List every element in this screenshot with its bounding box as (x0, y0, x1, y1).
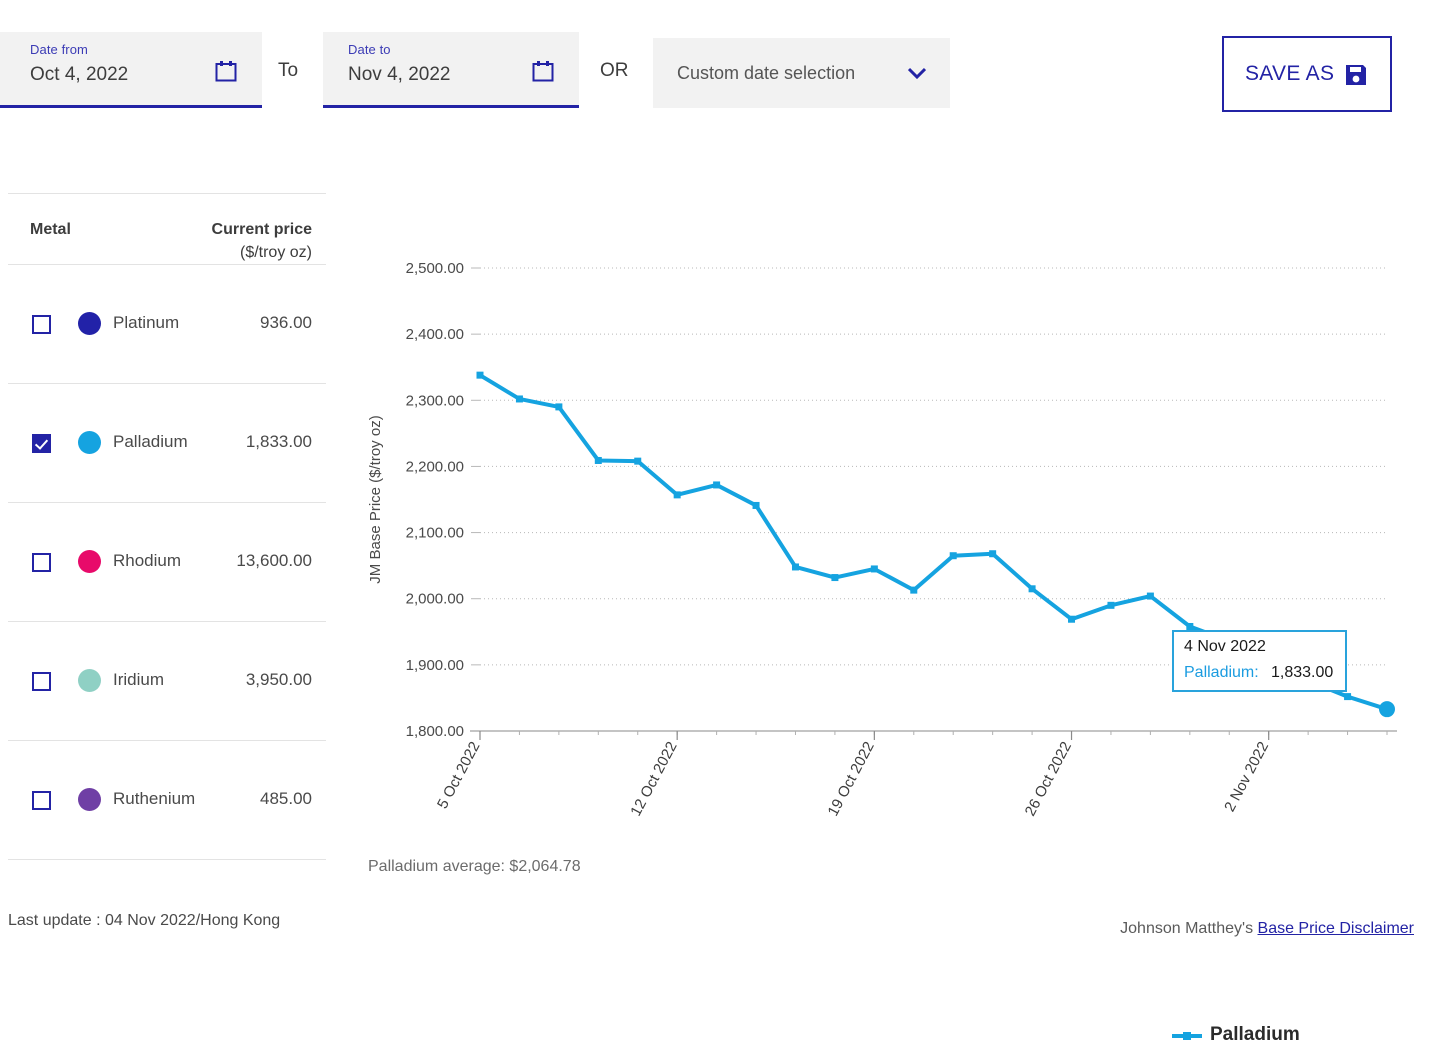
save-as-label: SAVE AS (1245, 62, 1335, 85)
y-axis-tick-label: 1,800.00 (406, 723, 464, 740)
price-chart: JM Base Price ($/troy oz) 2,500.00 2,400.0… (360, 200, 1410, 1045)
data-point (1186, 622, 1194, 630)
disclaimer-text: Johnson Matthey's Base Price Disclaimer (1120, 920, 1414, 938)
x-axis-tick-label: 2 Nov 2022 (1221, 739, 1272, 815)
last-update-text: Last update : 04 Nov 2022/Hong Kong (8, 912, 281, 929)
data-point (831, 574, 839, 582)
save-as-button[interactable]: SAVE AS (1222, 36, 1392, 112)
date-from-field[interactable]: Date from Oct 4, 2022 (0, 32, 262, 108)
metal-name: Rhodium (113, 551, 182, 570)
y-axis-tick-label: 1,900.00 (406, 657, 464, 674)
metal-checkbox-rhodium[interactable] (32, 553, 51, 572)
x-axis-tick-label: 5 Oct 2022 (434, 739, 483, 812)
metal-name: Platinum (113, 313, 180, 332)
metal-price: 485.00 (260, 789, 312, 808)
metal-color-swatch (78, 669, 101, 692)
save-floppy-icon (1344, 63, 1368, 87)
y-axis-tick-label: 2,400.00 (406, 326, 464, 343)
disclaimer-prefix: Johnson Matthey's (1120, 920, 1258, 937)
y-axis-tick-label: 2,200.00 (406, 458, 464, 475)
tooltip-series-name: Palladium: (1184, 664, 1259, 681)
data-point (713, 481, 721, 489)
x-axis-tick-label: 12 Oct 2022 (627, 739, 680, 819)
chart-canvas: JM Base Price ($/troy oz) 2,500.00 2,400.0… (367, 260, 1397, 819)
chart-legend[interactable]: Palladium (1172, 1024, 1300, 1046)
date-range-separator: To (278, 60, 299, 81)
legend-label-palladium: Palladium (1210, 1024, 1300, 1045)
metal-color-swatch (78, 431, 101, 454)
tooltip-date: 4 Nov 2022 (1184, 638, 1266, 655)
table-row[interactable]: Ruthenium 485.00 (8, 741, 326, 859)
date-filter-toolbar: Date from Oct 4, 2022 To Date to Nov 4, … (0, 0, 1430, 140)
x-axis-tick-label: 26 Oct 2022 (1022, 739, 1075, 819)
y-axis-tick-label: 2,000.00 (406, 591, 464, 608)
metal-checkbox-palladium[interactable] (32, 434, 51, 453)
data-point (752, 501, 760, 509)
calendar-icon[interactable] (532, 60, 554, 82)
y-axis-tick-label: 2,300.00 (406, 392, 464, 409)
y-axis-tick-label: 2,500.00 (406, 260, 464, 277)
column-header-unit: ($/troy oz) (239, 244, 312, 261)
metal-price: 936.00 (260, 313, 312, 332)
metal-color-swatch (78, 312, 101, 335)
data-point (1028, 585, 1036, 593)
custom-date-selection-dropdown[interactable]: Custom date selection (653, 38, 950, 108)
data-point (791, 563, 799, 571)
date-from-label: Date from (30, 42, 88, 57)
chart-average-label: Palladium average: $2,064.78 (368, 858, 581, 875)
table-row[interactable]: Palladium 1,833.00 (8, 384, 326, 502)
chart-tooltip: 4 Nov 2022 Palladium: 1,833.00 (1172, 630, 1347, 692)
data-point (1068, 615, 1076, 623)
data-point (594, 456, 602, 464)
legend-marker-palladium (1172, 1029, 1202, 1041)
data-point (634, 457, 642, 465)
base-price-disclaimer-link[interactable]: Base Price Disclaimer (1258, 920, 1414, 937)
metal-color-swatch (78, 788, 101, 811)
table-row[interactable]: Iridium 3,950.00 (8, 622, 326, 740)
metal-price: 1,833.00 (245, 432, 312, 451)
metal-checkbox-iridium[interactable] (32, 672, 51, 691)
chevron-down-icon[interactable] (907, 66, 927, 80)
divider (8, 859, 326, 860)
x-axis-tick-label: 19 Oct 2022 (824, 739, 877, 819)
data-point-last (1379, 701, 1395, 718)
data-point (989, 550, 997, 558)
date-to-label: Date to (348, 42, 391, 57)
data-point (673, 491, 681, 499)
date-to-value[interactable]: Nov 4, 2022 (348, 64, 450, 86)
metal-selection-table: Metal Current price ($/troy oz) Platinum… (8, 193, 326, 860)
metal-name: Palladium (113, 432, 188, 451)
metal-price: 13,600.00 (236, 551, 312, 570)
data-point (515, 395, 523, 403)
data-point (1344, 693, 1352, 701)
metal-name: Iridium (113, 670, 165, 689)
metal-price: 3,950.00 (245, 670, 312, 689)
or-separator: OR (600, 60, 629, 81)
data-point (870, 565, 878, 573)
y-axis-tick-label: 2,100.00 (406, 525, 464, 542)
date-to-field[interactable]: Date to Nov 4, 2022 (323, 32, 579, 108)
y-axis-title: JM Base Price ($/troy oz) (367, 415, 384, 583)
data-point (476, 371, 484, 379)
table-header: Metal Current price ($/troy oz) (8, 194, 326, 264)
column-header-current-price: Current price (211, 221, 312, 238)
custom-date-selection-value: Custom date selection (677, 63, 856, 83)
metal-name: Ruthenium (113, 789, 196, 808)
tooltip-value: 1,833.00 (1271, 664, 1334, 681)
data-point (910, 586, 918, 594)
metal-checkbox-ruthenium[interactable] (32, 791, 51, 810)
table-row[interactable]: Rhodium 13,600.00 (8, 503, 326, 621)
data-point (1107, 601, 1115, 609)
metal-checkbox-platinum[interactable] (32, 315, 51, 334)
data-point (1146, 592, 1154, 600)
calendar-icon[interactable] (215, 60, 237, 82)
data-point (555, 403, 563, 411)
metal-color-swatch (78, 550, 101, 573)
data-point (949, 552, 957, 560)
table-row[interactable]: Platinum 936.00 (8, 265, 326, 383)
date-from-value[interactable]: Oct 4, 2022 (30, 64, 128, 86)
column-header-metal: Metal (30, 221, 71, 238)
